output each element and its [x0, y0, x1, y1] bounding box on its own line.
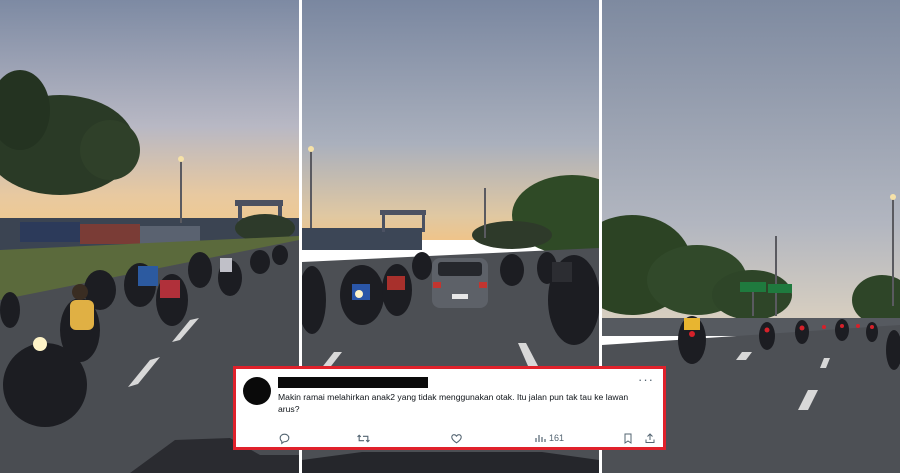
retweet-button[interactable]	[356, 431, 371, 445]
views-button[interactable]: 161	[534, 431, 564, 445]
reply-button[interactable]	[278, 431, 291, 445]
more-icon[interactable]: ···	[638, 372, 654, 387]
like-icon	[451, 433, 462, 443]
views-count: 161	[549, 433, 565, 443]
bookmark-icon	[624, 433, 632, 444]
share-button[interactable]	[644, 431, 656, 445]
reply-icon	[279, 433, 290, 444]
redacted-username	[278, 377, 428, 388]
tweet-actions: 161	[278, 431, 658, 445]
tweet-card[interactable]: ··· Makin ramai melahirkan anak2 yang ti…	[233, 366, 666, 450]
avatar[interactable]	[243, 377, 271, 405]
views-icon	[535, 435, 546, 442]
bookmark-button[interactable]	[622, 431, 634, 445]
retweet-icon	[357, 433, 370, 443]
share-icon	[645, 432, 655, 443]
like-button[interactable]	[450, 431, 463, 445]
tweet-text: Makin ramai melahirkan anak2 yang tidak …	[278, 392, 629, 414]
